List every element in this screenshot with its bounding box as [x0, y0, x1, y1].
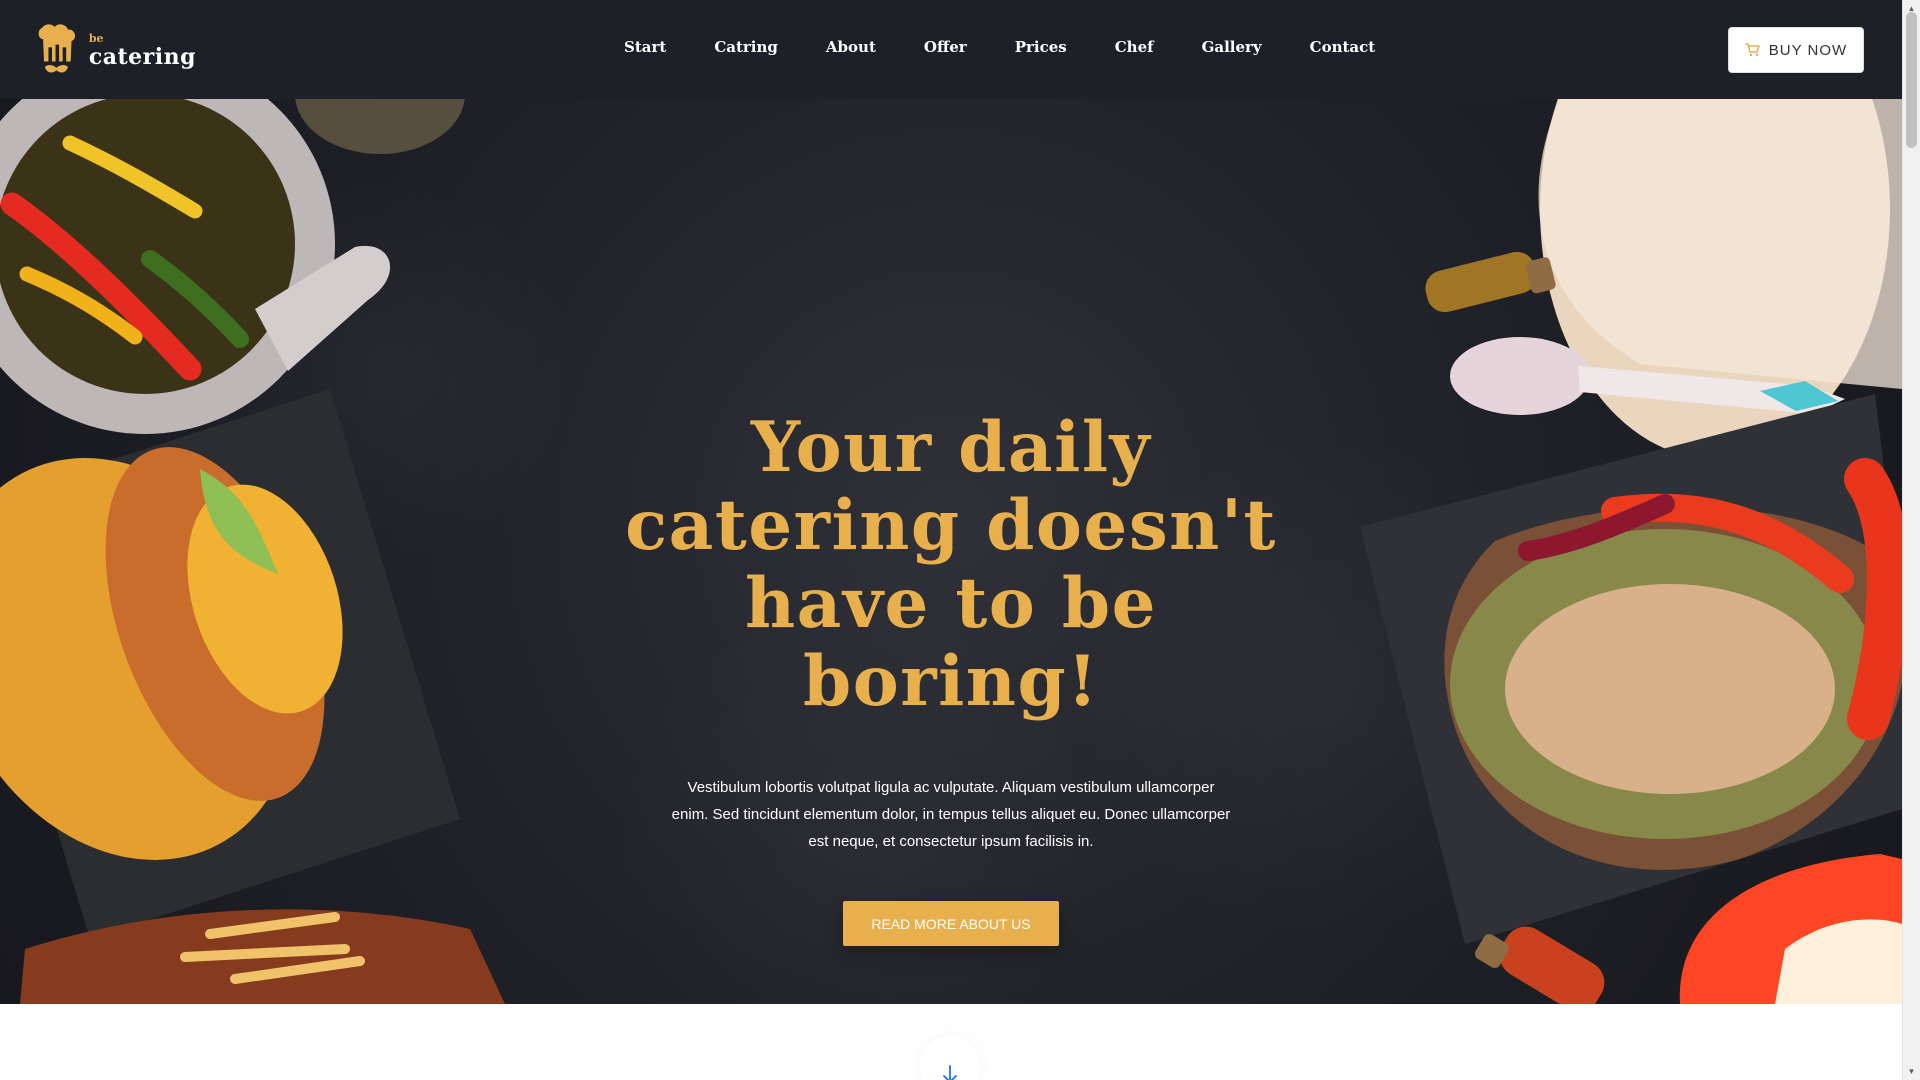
pepper-slice-4	[141, 250, 249, 348]
right-salad-chicken	[1505, 584, 1835, 794]
nav-link-chef[interactable]: Chef	[1115, 38, 1154, 56]
catering-landing-page: be catering Start Catring About Offer Pr…	[0, 0, 1902, 1080]
nav-link-contact[interactable]: Contact	[1310, 38, 1376, 56]
chef-hat-mustache-icon	[38, 24, 76, 73]
pepper-slice-2	[62, 135, 203, 219]
hero-description: Vestibulum lobortis volutpat ligula ac v…	[671, 779, 1231, 850]
spoon-handle	[1578, 366, 1845, 414]
taco-left-1	[0, 458, 296, 860]
nav-link-offer[interactable]: Offer	[924, 38, 967, 56]
buy-now-label: BUY NOW	[1768, 41, 1848, 59]
down-arrow-icon	[943, 1065, 957, 1080]
spice-bottle-bottom-cap	[1475, 934, 1509, 968]
hero-title: Your daily catering doesn't have to be b…	[625, 407, 1277, 722]
spice-bottle-top	[1425, 251, 1537, 313]
brand-text: be catering	[89, 33, 196, 68]
top-navigation-bar: be catering Start Catring About Offer Pr…	[0, 0, 1902, 99]
right-red-pepper-1	[1601, 493, 1854, 593]
main-navigation: Start Catring About Offer Prices Chef Ga…	[624, 38, 1375, 56]
right-bottom-red-bowl	[1679, 854, 1902, 1004]
right-salad-greens	[1450, 529, 1880, 839]
spice-bottle-bottom	[1499, 926, 1605, 1004]
hero-copy: Your daily catering doesn't have to be b…	[585, 409, 1317, 946]
right-bottom-cream	[1775, 919, 1902, 1004]
cart-icon	[1745, 43, 1760, 57]
pepper-slice-1	[0, 192, 202, 381]
buy-now-button[interactable]: BUY NOW	[1728, 27, 1864, 73]
right-red-pepper-2	[1844, 458, 1902, 740]
taco-garnish-left	[200, 469, 278, 574]
left-top-bowl	[0, 99, 335, 434]
right-slate-board	[1360, 394, 1902, 944]
nav-link-prices[interactable]: Prices	[1015, 38, 1067, 56]
left-slate-board	[0, 389, 460, 939]
right-red-pepper-3	[1518, 494, 1675, 561]
spoon-bowl	[1450, 337, 1590, 415]
taco-left-2	[105, 447, 325, 801]
brand-small-text: be	[88, 31, 104, 45]
spice-bottle-top-cap	[1525, 257, 1556, 294]
browser-viewport: be catering Start Catring About Offer Pr…	[0, 0, 1920, 1080]
left-top-bowl-food	[0, 99, 295, 394]
left-bottom-fries	[180, 912, 365, 984]
right-top-tortilla	[1540, 99, 1890, 459]
spoon-pattern	[1760, 381, 1838, 411]
scroll-down-arrow-icon[interactable]: ▼	[1903, 1063, 1920, 1080]
brand-main-text: catering	[88, 43, 196, 70]
read-more-about-us-button[interactable]: READ MORE ABOUT US	[843, 901, 1059, 946]
left-bottom-board	[20, 909, 505, 1004]
brand-logo[interactable]: be catering	[36, 20, 196, 80]
right-top-plate-edge	[1538, 99, 1902, 389]
scrollbar-thumb[interactable]	[1906, 12, 1917, 148]
hero-section: Your daily catering doesn't have to be b…	[0, 99, 1902, 1004]
scroll-down-button[interactable]	[920, 1036, 980, 1080]
pepper-slice-3	[19, 266, 143, 345]
left-top-bowl-2	[295, 99, 465, 154]
taco-left-3	[187, 484, 343, 714]
nav-link-about[interactable]: About	[826, 38, 876, 56]
vertical-scrollbar[interactable]: ▲ ▼	[1902, 0, 1920, 1080]
left-top-bowl-handle	[255, 245, 391, 371]
nav-link-catring[interactable]: Catring	[714, 38, 778, 56]
right-salad-main	[1444, 506, 1902, 870]
nav-link-start[interactable]: Start	[624, 38, 666, 56]
nav-link-gallery[interactable]: Gallery	[1202, 38, 1262, 56]
